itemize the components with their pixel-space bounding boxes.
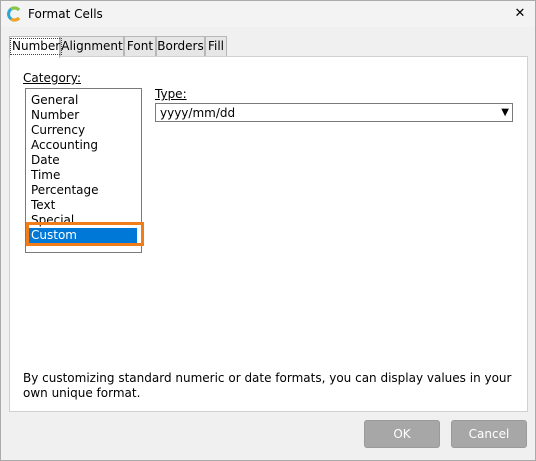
format-description: By customizing standard numeric or date …: [23, 371, 512, 400]
tab-fill[interactable]: Fill: [205, 36, 227, 57]
tab-borders-label: Borders: [157, 39, 204, 53]
tab-alignment[interactable]: Alignment: [60, 36, 124, 57]
category-item-text[interactable]: Text: [31, 198, 137, 213]
type-value: yyyy/mm/dd: [160, 106, 236, 120]
title-bar[interactable]: Format Cells ✕: [1, 1, 535, 27]
tab-fill-label: Fill: [207, 39, 225, 53]
window-title: Format Cells: [28, 7, 103, 21]
selection-highlight-box: [26, 222, 144, 246]
category-item-time[interactable]: Time: [31, 168, 137, 183]
type-label-text: Type:: [155, 87, 187, 101]
category-label: Category:: [23, 71, 81, 85]
category-item-number[interactable]: Number: [31, 108, 137, 123]
type-dropdown[interactable]: yyyy/mm/dd ▼: [155, 103, 513, 122]
format-cells-dialog: Format Cells ✕ Number Alignment Font Bor…: [0, 0, 536, 461]
tab-number[interactable]: Number: [9, 36, 63, 58]
tab-font[interactable]: Font: [124, 36, 156, 57]
tab-number-label: Number: [10, 38, 63, 55]
category-item-general[interactable]: General: [31, 93, 137, 108]
app-logo-icon: [7, 6, 21, 22]
category-item-date[interactable]: Date: [31, 153, 137, 168]
tab-alignment-label: Alignment: [61, 39, 123, 53]
close-icon[interactable]: ✕: [511, 5, 529, 23]
type-label: Type:: [155, 87, 187, 101]
tab-borders[interactable]: Borders: [156, 36, 205, 57]
cancel-button[interactable]: Cancel: [451, 420, 527, 448]
dropdown-arrow-icon[interactable]: ▼: [501, 105, 509, 121]
tab-font-label: Font: [126, 39, 154, 53]
category-item-accounting[interactable]: Accounting: [31, 138, 137, 153]
category-item-percentage[interactable]: Percentage: [31, 183, 137, 198]
ok-button[interactable]: OK: [364, 420, 440, 448]
category-item-currency[interactable]: Currency: [31, 123, 137, 138]
number-tab-panel: Category: General Number Currency Accoun…: [9, 56, 528, 412]
category-label-text: Category:: [23, 71, 81, 85]
